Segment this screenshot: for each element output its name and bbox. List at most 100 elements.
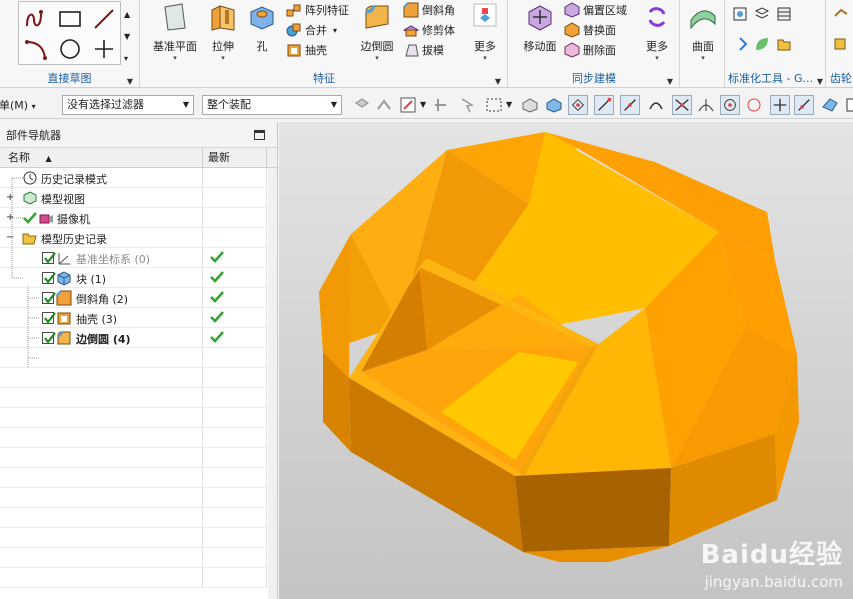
gear-icon[interactable] [833,6,849,22]
offset-region-button[interactable]: 偏置区域 [564,0,627,20]
menu-button[interactable]: 菜单(M) ▾ [0,97,36,113]
shell-icon [57,312,71,325]
column-latest[interactable]: 最新 [203,148,267,167]
snap-on-curve-icon[interactable] [794,95,814,115]
tree-row-edge-blend[interactable]: 边倒圆 (4) [0,328,277,348]
snap-endpoints-icon[interactable] [568,95,588,115]
hole-icon [250,6,274,30]
select-feature-icon[interactable] [352,95,372,115]
more-sync-button[interactable]: 更多 ▾ [639,2,675,68]
sketch-group-label: 直接草图 [47,72,92,85]
std-tool-icon[interactable] [732,6,748,22]
snap-control-point-icon[interactable] [646,95,666,115]
shell-button[interactable]: 抽壳 [286,40,327,60]
snap-circle-center-icon[interactable] [720,95,740,115]
visibility-checkbox[interactable] [42,292,56,304]
group-expand-icon[interactable]: ▼ [127,77,133,86]
graphics-viewport[interactable]: Baidu经验 jingyan.baidu.com [279,122,853,599]
replace-face-icon [564,22,580,38]
tree-row-model-history[interactable]: − 模型历史记录 [0,228,277,248]
toolbar-more-icon[interactable] [844,95,853,115]
tree-row-datum-csys[interactable]: 基准坐标系 (0) [0,248,277,268]
gear-tool-icon[interactable] [833,36,849,52]
move-face-button[interactable]: 移动面 [517,2,563,68]
point-icon[interactable] [91,36,117,62]
studio-spline-icon[interactable] [23,6,49,32]
hole-button[interactable]: 孔 [245,2,279,68]
body-select-icon[interactable] [520,95,540,115]
surface-icon [690,10,716,30]
assembly-scope-combo[interactable]: 整个装配 ▼ [202,95,342,115]
collapse-icon[interactable]: − [6,232,14,243]
extrude-button[interactable]: 拉伸 ▾ [201,2,245,68]
edge-blend-icon [57,331,71,345]
select-assembly-icon[interactable] [374,95,394,115]
tree-row-history-mode[interactable]: 历史记录模式 [0,168,277,188]
rectangle-select-icon[interactable] [484,95,504,115]
navigator-column-header: 名称 ▲ 最新 [0,148,277,168]
tree-row-chamfer[interactable]: 倒斜角 (2) [0,288,277,308]
tree-row-shell[interactable]: 抽壳 (3) [0,308,277,328]
snap-point-icon[interactable] [432,95,452,115]
visibility-checkbox[interactable] [42,312,56,324]
tree-row-model-views[interactable]: + 模型视图 [0,188,277,208]
snap-quadrant-icon[interactable] [744,95,764,115]
draft-button[interactable]: 拔模 [403,40,444,60]
delete-face-button[interactable]: 删除面 [564,40,616,60]
snap-existing-point-icon[interactable] [770,95,790,115]
circle-icon[interactable] [57,36,83,62]
leaf-tool-icon[interactable] [754,36,770,52]
folder-tool-icon[interactable] [776,36,792,52]
snap-midpoint-icon[interactable] [620,95,640,115]
visibility-checkbox[interactable] [42,272,56,284]
solid-model[interactable] [279,122,853,599]
edge-blend-button[interactable]: 边倒圆 ▾ [357,2,397,68]
group-expand-icon[interactable]: ▼ [495,77,501,86]
gallery-scroll[interactable]: ▲ ▼ ▾ [124,4,130,70]
visibility-checkbox[interactable] [42,252,56,264]
chevron-down-icon[interactable]: ▼ [420,100,426,109]
arrow-tool-icon[interactable] [732,36,748,52]
face-select-icon[interactable] [544,95,564,115]
line-icon[interactable] [91,6,117,32]
feature-group-label: 特征 [313,72,335,85]
snap-intersection-icon[interactable] [672,95,692,115]
up-to-date-check-icon [210,311,224,323]
group-expand-icon[interactable]: ▼ [667,77,673,86]
model-side-face [515,468,671,552]
snap-endpoint-icon[interactable] [594,95,614,115]
replace-face-button[interactable]: 替换面 [564,20,616,40]
layer-tool-icon[interactable] [754,6,770,22]
expand-icon[interactable]: + [6,212,14,223]
arc-icon[interactable] [23,36,49,62]
rectangle-icon[interactable] [57,6,83,32]
more-feature-button[interactable]: 更多 ▾ [467,2,503,68]
unite-button[interactable]: 合并 ▾ [286,20,337,40]
group-expand-icon[interactable]: ▼ [817,77,823,86]
trim-body-icon [403,25,419,37]
shell-icon [287,44,301,57]
table-tool-icon[interactable] [776,6,792,22]
navigator-header: 部件导航器 [0,122,277,148]
navigator-scrollbar[interactable] [268,168,277,599]
snap-arc-center-icon[interactable] [696,95,716,115]
snap-on-face-icon[interactable] [820,95,840,115]
tree-row-block[interactable]: 块 (1) [0,268,277,288]
datum-plane-button[interactable]: 基准平面 ▾ [149,2,201,68]
visibility-checkbox[interactable] [42,332,56,344]
ribbon: ▲ ▼ ▾ 直接草图 ▼ 基准平面 ▾ 拉伸 ▾ 孔 阵列特征 合并 ▾ 抽壳 … [0,0,853,88]
pattern-feature-button[interactable]: 阵列特征 [286,0,349,20]
chevron-down-icon[interactable]: ▼ [506,100,512,109]
maximize-icon[interactable] [254,130,265,140]
chamfer-button[interactable]: 倒斜角 [403,0,455,20]
selection-filter-combo[interactable]: 没有选择过滤器 ▼ [62,95,194,115]
column-name[interactable]: 名称 ▲ [0,148,203,167]
cursor-icon[interactable] [458,95,478,115]
expand-icon[interactable]: + [6,192,14,203]
surface-button[interactable]: 曲面 ▾ [681,2,725,68]
model-views-icon [23,191,37,205]
general-selection-icon[interactable] [398,95,418,115]
trim-body-button[interactable]: 修剪体 [403,20,455,40]
edge-blend-icon [365,5,389,29]
tree-row-cameras[interactable]: + 摄像机 [0,208,277,228]
